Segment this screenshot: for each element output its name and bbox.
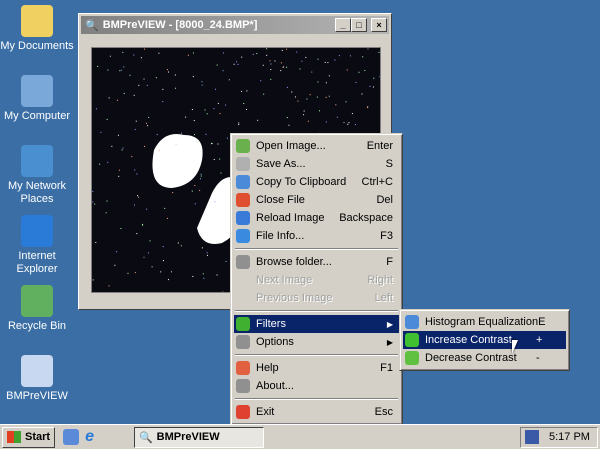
submenu-item-increase-contrast[interactable]: Increase Contrast + bbox=[403, 331, 566, 349]
network-icon[interactable] bbox=[525, 430, 539, 444]
menu-item-icon bbox=[236, 291, 250, 305]
magnifier-icon: 🔍 bbox=[85, 19, 99, 32]
menu-item-about[interactable]: About... bbox=[234, 377, 399, 395]
submenu-item-decrease-contrast[interactable]: Decrease Contrast - bbox=[403, 349, 566, 367]
close-button[interactable]: × bbox=[371, 18, 387, 32]
menu-item-previous-image[interactable]: Previous Image Left bbox=[234, 289, 399, 307]
menu-item-open-image[interactable]: Open Image... Enter bbox=[234, 137, 399, 155]
magnifier-icon: 🔍 bbox=[138, 431, 153, 444]
desktop-icon-recycle-bin[interactable]: Recycle Bin bbox=[0, 285, 74, 333]
menu-item-browse-folder[interactable]: Browse folder... F bbox=[234, 253, 399, 271]
internet-explorer-icon bbox=[21, 215, 53, 247]
menu-item-icon bbox=[236, 229, 250, 243]
desktop-icon-bmpreview[interactable]: BMPreVIEW bbox=[0, 355, 74, 403]
menu-item-icon bbox=[236, 139, 250, 153]
recycle-bin-icon bbox=[21, 285, 53, 317]
menu-item-help[interactable]: Help F1 bbox=[234, 359, 399, 377]
my-documents-icon bbox=[21, 5, 53, 37]
clock: 5:17 PM bbox=[549, 431, 590, 443]
taskbar: Start e 🔍 BMPreVIEW 5:17 PM bbox=[0, 424, 600, 449]
menu-item-save-as[interactable]: Save As... S bbox=[234, 155, 399, 173]
menu-item-filters[interactable]: Filters ▶ bbox=[234, 315, 399, 333]
windows-logo-icon bbox=[7, 431, 21, 443]
menu-item-options[interactable]: Options ▶ bbox=[234, 333, 399, 351]
menu-item-icon bbox=[236, 273, 250, 287]
submenu-arrow-icon: ▶ bbox=[386, 319, 393, 329]
title-bar[interactable]: 🔍 BMPreVIEW - [8000_24.BMP*] _ □ × bbox=[81, 16, 389, 34]
minimize-button[interactable]: _ bbox=[335, 18, 351, 32]
desktop-icon-my-computer[interactable]: My Computer bbox=[0, 75, 74, 123]
menu-item-close-file[interactable]: Close File Del bbox=[234, 191, 399, 209]
system-tray: 5:17 PM bbox=[520, 426, 598, 448]
submenu-item-histogram-equalization[interactable]: Histogram Equalization E bbox=[403, 313, 566, 331]
menu-item-icon bbox=[236, 379, 250, 393]
menu-item-icon bbox=[236, 211, 250, 225]
bmpreview-icon bbox=[21, 355, 53, 387]
window-title: BMPreVIEW - [8000_24.BMP*] bbox=[102, 19, 258, 31]
menu-separator bbox=[235, 354, 398, 356]
desktop-icon-my-network-places[interactable]: My Network Places bbox=[0, 145, 74, 206]
internet-explorer-icon[interactable]: e bbox=[85, 428, 94, 446]
menu-item-file-info[interactable]: File Info... F3 bbox=[234, 227, 399, 245]
menu-item-copy-to-clipboard[interactable]: Copy To Clipboard Ctrl+C bbox=[234, 173, 399, 191]
menu-separator bbox=[235, 310, 398, 312]
menu-item-icon bbox=[236, 335, 250, 349]
menu-item-icon bbox=[236, 255, 250, 269]
submenu-arrow-icon: ▶ bbox=[386, 337, 393, 347]
filters-submenu: Histogram Equalization E Increase Contrast… bbox=[399, 309, 570, 371]
menu-item-icon bbox=[236, 193, 250, 207]
filter-icon bbox=[405, 351, 419, 365]
start-button[interactable]: Start bbox=[2, 426, 56, 448]
filter-icon bbox=[405, 315, 419, 329]
menu-item-icon bbox=[236, 157, 250, 171]
my-computer-icon bbox=[21, 75, 53, 107]
taskbar-item-bmpreview[interactable]: 🔍 BMPreVIEW bbox=[133, 426, 264, 448]
menu-item-reload-image[interactable]: Reload Image Backspace bbox=[234, 209, 399, 227]
desktop-icon-internet-explorer[interactable]: Internet Explorer bbox=[0, 215, 74, 276]
maximize-button[interactable]: □ bbox=[351, 18, 367, 32]
menu-item-next-image[interactable]: Next Image Right bbox=[234, 271, 399, 289]
show-desktop-icon[interactable] bbox=[63, 429, 80, 445]
menu-separator bbox=[235, 248, 398, 250]
menu-item-icon bbox=[236, 361, 250, 375]
filter-icon bbox=[405, 333, 419, 347]
menu-item-icon bbox=[236, 405, 250, 419]
context-menu: Open Image... Enter Save As... S Copy To Cli… bbox=[230, 133, 403, 425]
desktop-icon-my-documents[interactable]: My Documents bbox=[0, 5, 74, 53]
menu-separator bbox=[235, 398, 398, 400]
menu-item-exit[interactable]: Exit Esc bbox=[234, 403, 399, 421]
my-network-places-icon bbox=[21, 145, 53, 177]
menu-item-icon bbox=[236, 175, 250, 189]
menu-item-icon bbox=[236, 317, 250, 331]
mouse-cursor bbox=[512, 340, 518, 354]
